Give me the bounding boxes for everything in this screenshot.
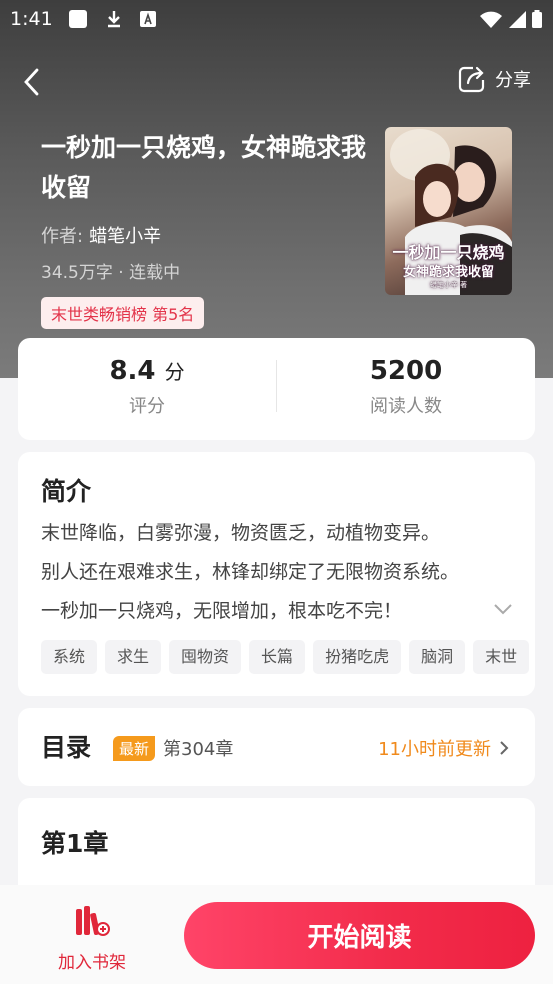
tag[interactable]: 求生 bbox=[105, 640, 162, 674]
intro-line: 末世降临，白雾弥漫，物资匮乏，动植物变异。 bbox=[41, 522, 441, 544]
back-button[interactable] bbox=[14, 62, 50, 102]
intro-heading: 简介 bbox=[41, 477, 92, 506]
intro-text: 末世降临，白雾弥漫，物资匮乏，动植物变异。 别人还在艰难求生，林锋却绑定了无限物… bbox=[41, 514, 501, 631]
latest-chapter: 第304章 bbox=[163, 739, 234, 760]
update-time: 11小时前更新 bbox=[378, 735, 509, 761]
tag[interactable]: 脑洞 bbox=[409, 640, 466, 674]
add-to-shelf-button[interactable]: 加入书架 bbox=[52, 905, 132, 973]
signal-icon bbox=[507, 9, 527, 33]
intro-line: 别人还在艰难求生，林锋却绑定了无限物资系统。 bbox=[41, 561, 460, 583]
font-notification-icon bbox=[138, 9, 158, 29]
latest-badge: 最新 bbox=[113, 736, 156, 761]
book-meta: 34.5万字 · 连载中 bbox=[41, 263, 181, 283]
app-notification-icon bbox=[68, 9, 88, 29]
intro-card[interactable]: 简介 末世降临，白雾弥漫，物资匮乏，动植物变异。 别人还在艰难求生，林锋却绑定了… bbox=[18, 452, 535, 696]
score-unit: 分 bbox=[164, 360, 185, 384]
bookshelf-add-icon bbox=[76, 906, 110, 936]
tag[interactable]: 末世 bbox=[473, 640, 530, 674]
chapter-heading: 第1章 bbox=[41, 829, 109, 858]
expand-chevron-down-icon[interactable] bbox=[493, 600, 513, 619]
author-label: 作者: bbox=[41, 226, 84, 247]
battery-icon bbox=[531, 9, 543, 33]
update-label: 11小时前更新 bbox=[378, 739, 491, 760]
wifi-icon bbox=[479, 9, 503, 33]
tag[interactable]: 长篇 bbox=[249, 640, 306, 674]
status-bar: 1:41 bbox=[0, 0, 553, 38]
author-name[interactable]: 蜡笔小辛 bbox=[89, 226, 161, 247]
shelf-label: 加入书架 bbox=[58, 953, 126, 973]
readers-label: 阅读人数 bbox=[370, 396, 442, 417]
toc-heading: 目录 bbox=[41, 733, 92, 762]
score-label: 评分 bbox=[129, 396, 165, 417]
stats-card: 8.4 分 评分 5200 阅读人数 bbox=[18, 338, 535, 440]
author-line: 作者: 蜡笔小辛 bbox=[41, 222, 161, 248]
tag[interactable]: 系统 bbox=[41, 640, 98, 674]
readers-stat: 5200 阅读人数 bbox=[277, 338, 535, 418]
cover-title-line2: 女神跪求我收留 bbox=[402, 265, 494, 280]
rank-badge[interactable]: 末世类畅销榜 第5名 bbox=[41, 297, 205, 329]
share-button[interactable]: 分享 bbox=[457, 64, 531, 94]
score-stat[interactable]: 8.4 分 评分 bbox=[18, 338, 276, 418]
chevron-left-icon bbox=[24, 68, 39, 96]
share-icon bbox=[458, 66, 485, 93]
book-title: 一秒加一只烧鸡，女神跪求我收留 bbox=[41, 133, 367, 202]
readers-value: 5200 bbox=[369, 356, 443, 386]
start-reading-button[interactable]: 开始阅读 bbox=[184, 902, 535, 969]
bottom-action-bar: 加入书架 开始阅读 bbox=[0, 885, 553, 984]
tag[interactable]: 扮猪吃虎 bbox=[313, 640, 402, 674]
book-cover: 一秒加一只烧鸡 女神跪求我收留 蜡笔小辛 著 bbox=[385, 127, 512, 295]
download-icon bbox=[104, 9, 124, 29]
cover-title-line1: 一秒加一只烧鸡 bbox=[392, 243, 505, 262]
score-value: 8.4 bbox=[109, 356, 156, 386]
tag[interactable]: 囤物资 bbox=[169, 640, 242, 674]
chevron-right-icon bbox=[500, 741, 509, 755]
tag-list: 系统 求生 囤物资 长篇 扮猪吃虎 脑洞 末世 bbox=[41, 640, 535, 674]
status-time: 1:41 bbox=[10, 8, 53, 30]
share-label: 分享 bbox=[495, 70, 531, 91]
intro-line: 一秒加一只烧鸡，无限增加，根本吃不完！ bbox=[41, 600, 403, 622]
toc-card[interactable]: 目录 最新 第304章 11小时前更新 bbox=[18, 708, 535, 786]
cover-author: 蜡笔小辛 著 bbox=[429, 281, 468, 289]
